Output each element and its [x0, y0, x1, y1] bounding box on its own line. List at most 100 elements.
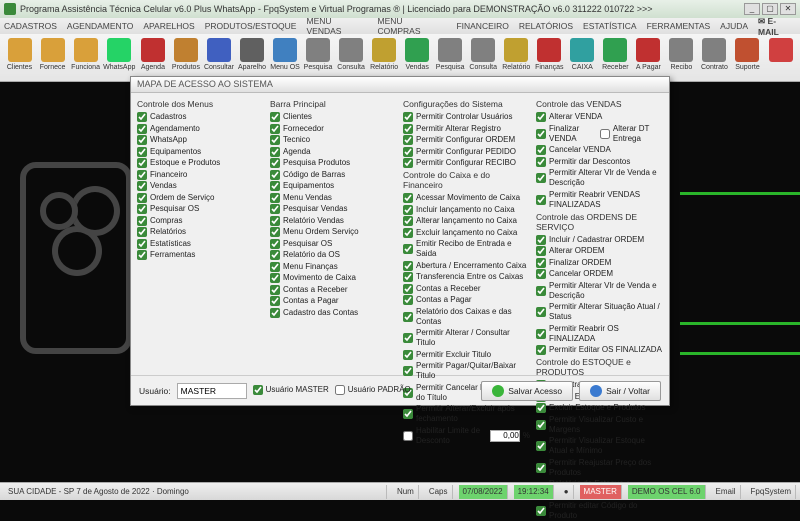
save-button[interactable]: Salvar Acesso [481, 381, 573, 401]
permission-checkbox[interactable]: Cadastro das Contas [270, 308, 397, 318]
permission-checkbox[interactable]: Permitir Pagar/Quitar/Baixar Titulo [403, 361, 530, 381]
permission-checkbox[interactable]: Financeiro [137, 170, 264, 180]
permission-checkbox[interactable]: Permitir Alterar Registro [403, 124, 530, 134]
permission-checkbox[interactable]: Permitir Alterar/Excluir após fechamento [403, 404, 530, 424]
permission-checkbox[interactable]: Movimento de Caixa [270, 273, 397, 283]
permission-checkbox[interactable]: Permitir Reabrir OS FINALIZADA [536, 324, 663, 344]
permission-checkbox[interactable]: Permitir Alterar Situação Atual / Status [536, 302, 663, 322]
toolbar-button[interactable]: Finanças [534, 36, 565, 80]
menu-item[interactable]: FERRAMENTAS [647, 21, 711, 31]
chk-master[interactable]: Usuário MASTER [253, 385, 329, 395]
menu-item[interactable]: MENU COMPRAS [378, 16, 447, 36]
toolbar-button[interactable]: Suporte [732, 36, 763, 80]
toolbar-button[interactable]: Pesquisa [435, 36, 466, 80]
permission-checkbox[interactable]: Alterar lançamento no Caixa [403, 216, 530, 226]
permission-checkbox[interactable]: Menu Ordem Serviço [270, 227, 397, 237]
permission-checkbox[interactable]: Permitir Alterar / Consultar Titulo [403, 328, 530, 348]
limit-input[interactable] [490, 430, 520, 442]
permission-checkbox[interactable]: Permitir editar Código do Produto [536, 501, 663, 521]
toolbar-button[interactable]: Consultar [203, 36, 234, 80]
permission-checkbox[interactable]: Relatório da OS [270, 250, 397, 260]
toolbar-button[interactable]: Receber [600, 36, 631, 80]
permission-checkbox[interactable]: Finalizar VENDA [536, 124, 594, 144]
menu-item[interactable]: AJUDA [720, 21, 748, 31]
permission-checkbox[interactable]: Permitir Configurar RECIBO [403, 158, 530, 168]
permission-checkbox[interactable]: Menu Vendas [270, 193, 397, 203]
permission-checkbox[interactable]: Cancelar VENDA [536, 145, 663, 155]
toolbar-button[interactable]: Contrato [699, 36, 730, 80]
permission-checkbox[interactable]: Equipamentos [270, 181, 397, 191]
permission-checkbox[interactable]: Permitir Configurar PEDIDO [403, 147, 530, 157]
toolbar-button[interactable]: Relatório [501, 36, 532, 80]
permission-checkbox[interactable]: Contas a Pagar [403, 295, 530, 305]
permission-checkbox[interactable]: Permitir dar Descontos [536, 157, 663, 167]
permission-checkbox[interactable]: Contas a Receber [270, 285, 397, 295]
permission-checkbox[interactable]: Ordem de Serviço [137, 193, 264, 203]
permission-checkbox[interactable]: Relatórios [137, 227, 264, 237]
limit-row[interactable]: Habilitar Limite de Desconto % [403, 426, 530, 446]
permission-checkbox[interactable]: Vendas [137, 181, 264, 191]
permission-checkbox[interactable]: Estoque e Produtos [137, 158, 264, 168]
permission-checkbox[interactable]: Agendamento [137, 124, 264, 134]
toolbar-button[interactable]: WhatsApp [103, 36, 135, 80]
permission-checkbox[interactable]: Estatísticas [137, 239, 264, 249]
permission-checkbox[interactable]: Contas a Receber [403, 284, 530, 294]
permission-checkbox[interactable]: Contas a Pagar [270, 296, 397, 306]
chk-padrao[interactable]: Usuário PADRÃO [335, 385, 411, 395]
permission-checkbox[interactable]: Alterar DT Entrega [600, 124, 663, 144]
toolbar-button[interactable]: Aparelho [236, 36, 267, 80]
close-button[interactable]: ✕ [780, 3, 796, 15]
menu-item[interactable]: CADASTROS [4, 21, 57, 31]
toolbar-button[interactable]: Vendas [402, 36, 433, 80]
permission-checkbox[interactable]: Cadastros [137, 112, 264, 122]
permission-checkbox[interactable]: Pesquisa Produtos [270, 158, 397, 168]
permission-checkbox[interactable]: Menu Finanças [270, 262, 397, 272]
toolbar-button[interactable]: Clientes [4, 36, 35, 80]
menu-item[interactable]: AGENDAMENTO [67, 21, 133, 31]
permission-checkbox[interactable]: Ferramentas [137, 250, 264, 260]
permission-checkbox[interactable]: Permitir Editar OS FINALIZADA [536, 345, 663, 355]
permission-checkbox[interactable]: Alterar ORDEM [536, 246, 663, 256]
permission-checkbox[interactable]: Transferencia Entre os Caixas [403, 272, 530, 282]
permission-checkbox[interactable]: Agenda [270, 147, 397, 157]
permission-checkbox[interactable]: Relatório dos Caixas e das Contas [403, 307, 530, 327]
menu-item[interactable]: RELATÓRIOS [519, 21, 573, 31]
toolbar-button[interactable]: Consulta [468, 36, 499, 80]
permission-checkbox[interactable]: Excluir lançamento no Caixa [403, 228, 530, 238]
toolbar-button[interactable]: Recibo [666, 36, 697, 80]
menu-item[interactable]: PRODUTOS/ESTOQUE [205, 21, 297, 31]
minimize-button[interactable]: _ [744, 3, 760, 15]
maximize-button[interactable]: ▢ [762, 3, 778, 15]
permission-checkbox[interactable]: Permitir Alterar Vlr de Venda e Descriçã… [536, 168, 663, 188]
permission-checkbox[interactable]: Alterar VENDA [536, 112, 663, 122]
toolbar-button[interactable]: Menu OS [270, 36, 301, 80]
email-menu[interactable]: ✉ E-MAIL [758, 16, 796, 37]
permission-checkbox[interactable]: Fornecedor [270, 124, 397, 134]
permission-checkbox[interactable]: Permitir Visualizar Custo e Margens [536, 415, 663, 435]
menu-item[interactable]: MENU VENDAS [306, 16, 367, 36]
toolbar-button[interactable]: Pesquisa [303, 36, 334, 80]
permission-checkbox[interactable]: Pesquisar OS [270, 239, 397, 249]
permission-checkbox[interactable]: Pesquisar OS [137, 204, 264, 214]
permission-checkbox[interactable]: Pesquisar Vendas [270, 204, 397, 214]
menu-item[interactable]: ESTATÍSTICA [583, 21, 637, 31]
menu-item[interactable]: APARELHOS [143, 21, 194, 31]
permission-checkbox[interactable]: WhatsApp [137, 135, 264, 145]
permission-checkbox[interactable]: Permitir Reajustar Preço dos Produtos [536, 458, 663, 478]
toolbar-button[interactable] [765, 36, 796, 80]
toolbar-button[interactable]: Produtos [170, 36, 201, 80]
permission-checkbox[interactable]: Permitir Configurar ORDEM [403, 135, 530, 145]
toolbar-button[interactable]: Agenda [137, 36, 168, 80]
permission-checkbox[interactable]: Permitir Excluir Titulo [403, 350, 530, 360]
permission-checkbox[interactable]: Permitir Alterar Vlr de Venda e Descriçã… [536, 281, 663, 301]
permission-checkbox[interactable]: Acessar Movimento de Caixa [403, 193, 530, 203]
permission-checkbox[interactable]: Incluir lançamento no Caixa [403, 205, 530, 215]
permission-checkbox[interactable]: Código de Barras [270, 170, 397, 180]
exit-button[interactable]: Sair / Voltar [579, 381, 661, 401]
toolbar-button[interactable]: A Pagar [633, 36, 664, 80]
usuario-input[interactable] [177, 383, 247, 399]
toolbar-button[interactable]: Funciona [70, 36, 101, 80]
permission-checkbox[interactable]: Permitir Reabrir VENDAS FINALIZADAS [536, 190, 663, 210]
permission-checkbox[interactable]: Excluir Estoque e Produtos [536, 403, 663, 413]
permission-checkbox[interactable]: Relatório Vendas [270, 216, 397, 226]
